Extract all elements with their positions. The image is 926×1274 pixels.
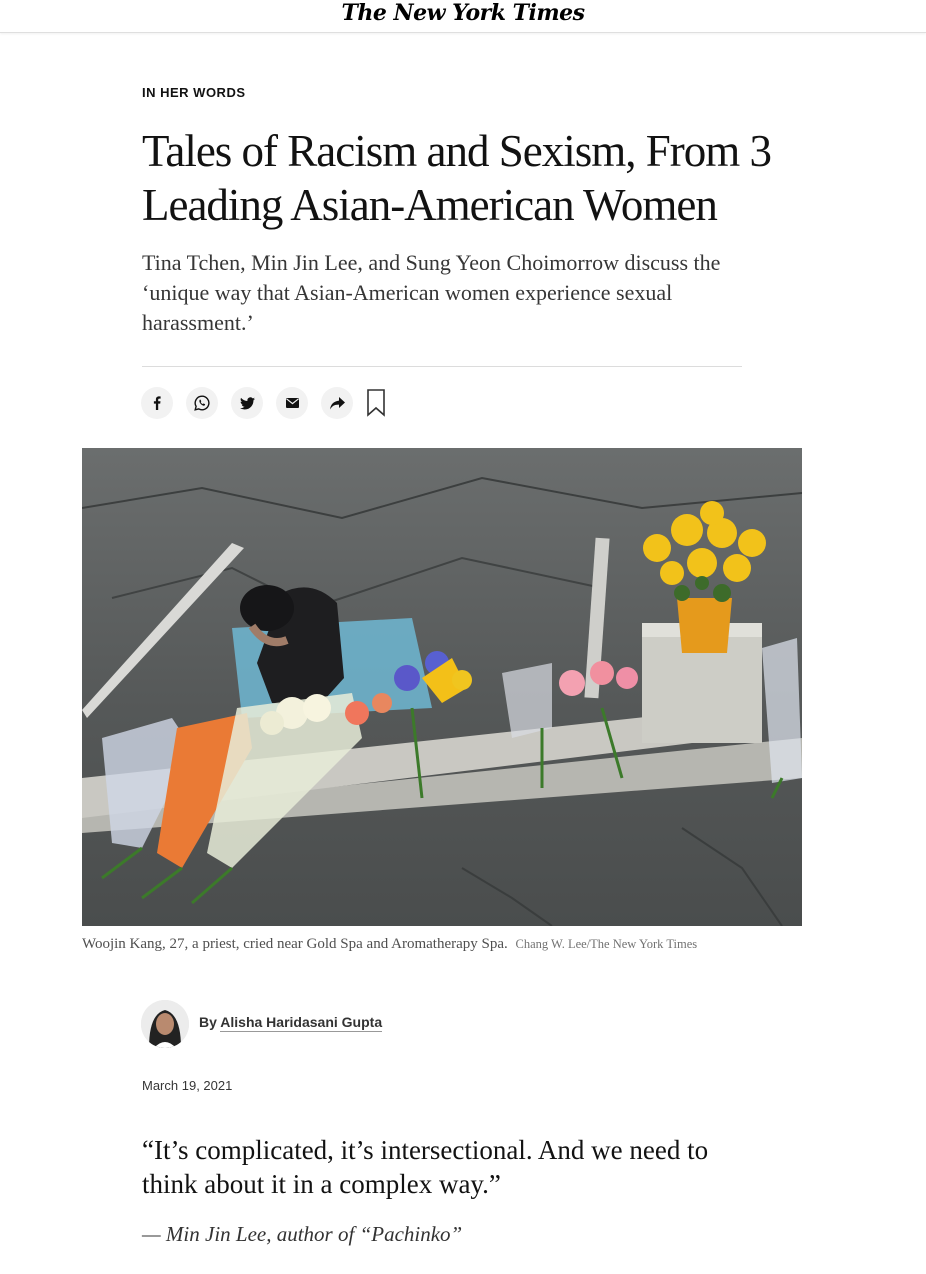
email-share-button[interactable]	[276, 387, 308, 419]
more-share-button[interactable]	[321, 387, 353, 419]
photo-caption: Woojin Kang, 27, a priest, cried near Go…	[82, 936, 842, 953]
nyt-logo[interactable]: The New York Times	[341, 0, 585, 26]
whatsapp-share-button[interactable]	[186, 387, 218, 419]
bookmark-icon[interactable]	[367, 389, 385, 417]
quote-attribution: — Min Jin Lee, author of “Pachinko”	[142, 1222, 463, 1246]
byline-prefix: By	[199, 1014, 217, 1030]
twitter-share-button[interactable]	[231, 387, 263, 419]
author-avatar[interactable]	[141, 1000, 189, 1048]
facebook-icon	[153, 396, 161, 410]
facebook-share-button[interactable]	[141, 387, 173, 419]
share-arrow-icon	[329, 396, 345, 409]
article-photo[interactable]	[82, 448, 802, 926]
author-link[interactable]: Alisha Haridasani Gupta	[220, 1014, 383, 1032]
email-icon	[285, 398, 299, 408]
publish-date: March 19, 2021	[142, 1078, 233, 1093]
photo-credit: Chang W. Lee/The New York Times	[515, 937, 698, 951]
memorial-photo-image	[82, 448, 802, 926]
section-kicker[interactable]: IN HER WORDS	[142, 85, 246, 100]
masthead: The New York Times	[0, 0, 926, 33]
caption-text: Woojin Kang, 27, a priest, cried near Go…	[82, 936, 508, 952]
twitter-icon	[239, 396, 255, 409]
divider	[142, 366, 742, 367]
pull-quote: “It’s complicated, it’s intersectional. …	[142, 1135, 709, 1199]
article-headline: Tales of Racism and Sexism, From 3 Leadi…	[142, 126, 772, 230]
author-photo-image	[141, 1000, 189, 1048]
whatsapp-icon	[194, 395, 210, 411]
byline: By Alisha Haridasani Gupta	[199, 1014, 383, 1032]
article-summary: Tina Tchen, Min Jin Lee, and Sung Yeon C…	[142, 250, 721, 335]
